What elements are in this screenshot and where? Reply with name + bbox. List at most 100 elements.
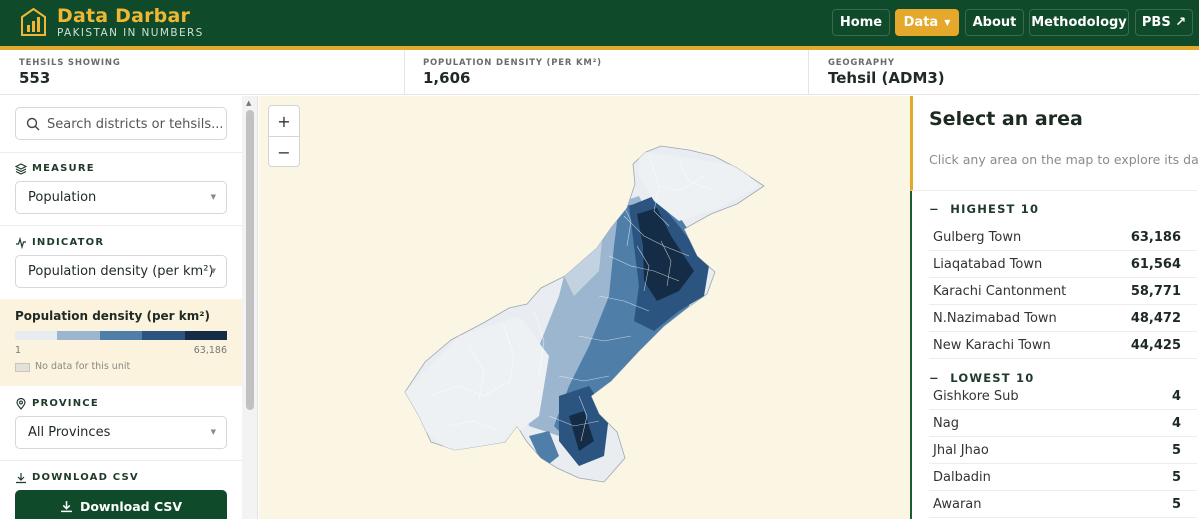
panel-hint: Click any area on the map to explore its… [929, 152, 1199, 167]
stat-value: Tehsil (ADM3) [828, 69, 945, 87]
rank-name: Nag [933, 416, 959, 431]
chevron-down-icon: ▼ [210, 267, 216, 275]
highest-toggle[interactable]: − HIGHEST 10 [929, 202, 1039, 216]
download-icon [61, 501, 72, 513]
rank-name: Awaran [933, 497, 982, 512]
divider [0, 225, 242, 226]
map-legend: Population density (per km²) 1 63,186 No… [0, 299, 242, 386]
list-item[interactable]: Gishkore Sub 4 [929, 383, 1197, 410]
list-item[interactable]: Dalbadin 5 [929, 464, 1197, 491]
divider [0, 460, 242, 461]
sidebar: MEASURE Population ▼ INDICATOR Populatio… [0, 96, 258, 519]
stat-divider [808, 50, 809, 95]
stat-geography: GEOGRAPHY Tehsil (ADM3) [828, 50, 1188, 95]
divider [0, 152, 242, 153]
choropleth-map[interactable]: + − [259, 96, 910, 519]
brand-title[interactable]: Data Darbar [57, 5, 190, 27]
nav-about-label: About [972, 15, 1017, 30]
layers-icon [15, 163, 27, 175]
legend-max: 63,186 [193, 345, 227, 356]
scroll-up-icon[interactable]: ▲ [246, 99, 251, 107]
rank-name: Gulberg Town [933, 230, 1022, 245]
nav-methodology-button[interactable]: Methodology [1029, 9, 1129, 36]
stat-label: GEOGRAPHY [828, 58, 895, 68]
rank-name: New Karachi Town [933, 338, 1051, 353]
search-input[interactable] [47, 114, 222, 134]
panel-title: Select an area [929, 108, 1083, 130]
rank-value: 61,564 [1130, 257, 1181, 272]
rank-value: 5 [1171, 497, 1181, 512]
rank-name: Dalbadin [933, 470, 991, 485]
download-csv-button[interactable]: Download CSV [15, 490, 227, 519]
rank-value: 5 [1171, 470, 1181, 485]
rank-name: Jhal Jhao [933, 443, 989, 458]
map-density-regions[interactable] [405, 151, 759, 468]
nav-data-label: Data [903, 15, 939, 30]
rank-name: Karachi Cantonment [933, 284, 1067, 299]
legend-swatch [142, 331, 185, 340]
caret-down-icon: ▼ [944, 18, 951, 27]
bar-chart-logo-icon[interactable] [20, 7, 47, 37]
stat-divider [404, 50, 405, 95]
nav-about-button[interactable]: About [965, 9, 1024, 36]
list-item[interactable]: Jhal Jhao 5 [929, 437, 1197, 464]
brand-subtitle: PAKISTAN IN NUMBERS [57, 27, 204, 39]
info-panel: Select an area Click any area on the map… [910, 96, 1199, 519]
rank-value: 4 [1171, 416, 1181, 431]
app-header: Data Darbar PAKISTAN IN NUMBERS Home Dat… [0, 0, 1199, 46]
info-panel-header: Select an area Click any area on the map… [910, 96, 1199, 191]
sidebar-scroll-thumb[interactable] [246, 110, 254, 410]
zoom-out-button[interactable]: − [269, 137, 299, 167]
legend-color-ramp [15, 331, 228, 340]
list-item[interactable]: Gulberg Town 63,186 [929, 224, 1197, 251]
indicator-select[interactable]: Population density (per km²) ▼ [15, 255, 227, 288]
legend-swatch [184, 331, 228, 340]
measure-select[interactable]: Population ▼ [15, 181, 227, 214]
stat-label: POPULATION DENSITY (PER KM²) [423, 58, 602, 68]
legend-title: Population density (per km²) [15, 309, 210, 323]
list-item[interactable]: Karachi Cantonment 58,771 [929, 278, 1197, 305]
legend-swatch [57, 331, 100, 340]
rank-value: 5 [1171, 443, 1181, 458]
rank-name: N.Nazimabad Town [933, 311, 1057, 326]
province-select[interactable]: All Provinces ▼ [15, 416, 227, 449]
measure-label: MEASURE [32, 163, 95, 174]
download-section-label: DOWNLOAD CSV [32, 472, 139, 483]
highest-label: HIGHEST 10 [950, 202, 1040, 216]
search-icon [26, 117, 40, 131]
pakistan-map[interactable] [259, 96, 910, 519]
indicator-select-value: Population density (per km²) [28, 264, 214, 279]
legend-min: 1 [15, 345, 22, 356]
stats-bar: TEHSILS SHOWING 553 POPULATION DENSITY (… [0, 50, 1199, 95]
map-pin-icon [16, 398, 26, 410]
nav-data-button[interactable]: Data ▼ [895, 9, 959, 36]
rank-value: 44,425 [1130, 338, 1181, 353]
nodata-label: No data for this unit [35, 361, 131, 372]
province-select-value: All Provinces [28, 425, 111, 440]
nav-home-button[interactable]: Home [832, 9, 890, 36]
search-box[interactable] [15, 107, 227, 140]
province-label: PROVINCE [32, 398, 99, 409]
rank-value: 4 [1171, 389, 1181, 404]
chevron-down-icon: ▼ [210, 428, 216, 436]
measure-select-value: Population [28, 190, 97, 205]
zoom-in-button[interactable]: + [269, 106, 299, 136]
nav-home-label: Home [839, 15, 883, 30]
nav-methodology-label: Methodology [1031, 15, 1127, 30]
rank-value: 63,186 [1130, 230, 1181, 245]
rank-value: 48,472 [1130, 311, 1181, 326]
download-csv-label: Download CSV [79, 499, 183, 514]
list-item[interactable]: New Karachi Town 44,425 [929, 332, 1197, 359]
stat-tehsils: TEHSILS SHOWING 553 [19, 50, 399, 95]
rank-name: Gishkore Sub [933, 389, 1019, 404]
indicator-label: INDICATOR [32, 237, 105, 248]
stat-value: 553 [19, 69, 51, 87]
nodata-swatch [15, 363, 30, 372]
stat-density: POPULATION DENSITY (PER KM²) 1,606 [423, 50, 803, 95]
list-item[interactable]: Liaqatabad Town 61,564 [929, 251, 1197, 278]
list-item[interactable]: Nag 4 [929, 410, 1197, 437]
list-item[interactable]: Awaran 5 [929, 491, 1197, 518]
list-item[interactable]: N.Nazimabad Town 48,472 [929, 305, 1197, 332]
nav-pbs-external-link[interactable]: PBS ↗ [1135, 9, 1193, 36]
rank-name: Liaqatabad Town [933, 257, 1043, 272]
